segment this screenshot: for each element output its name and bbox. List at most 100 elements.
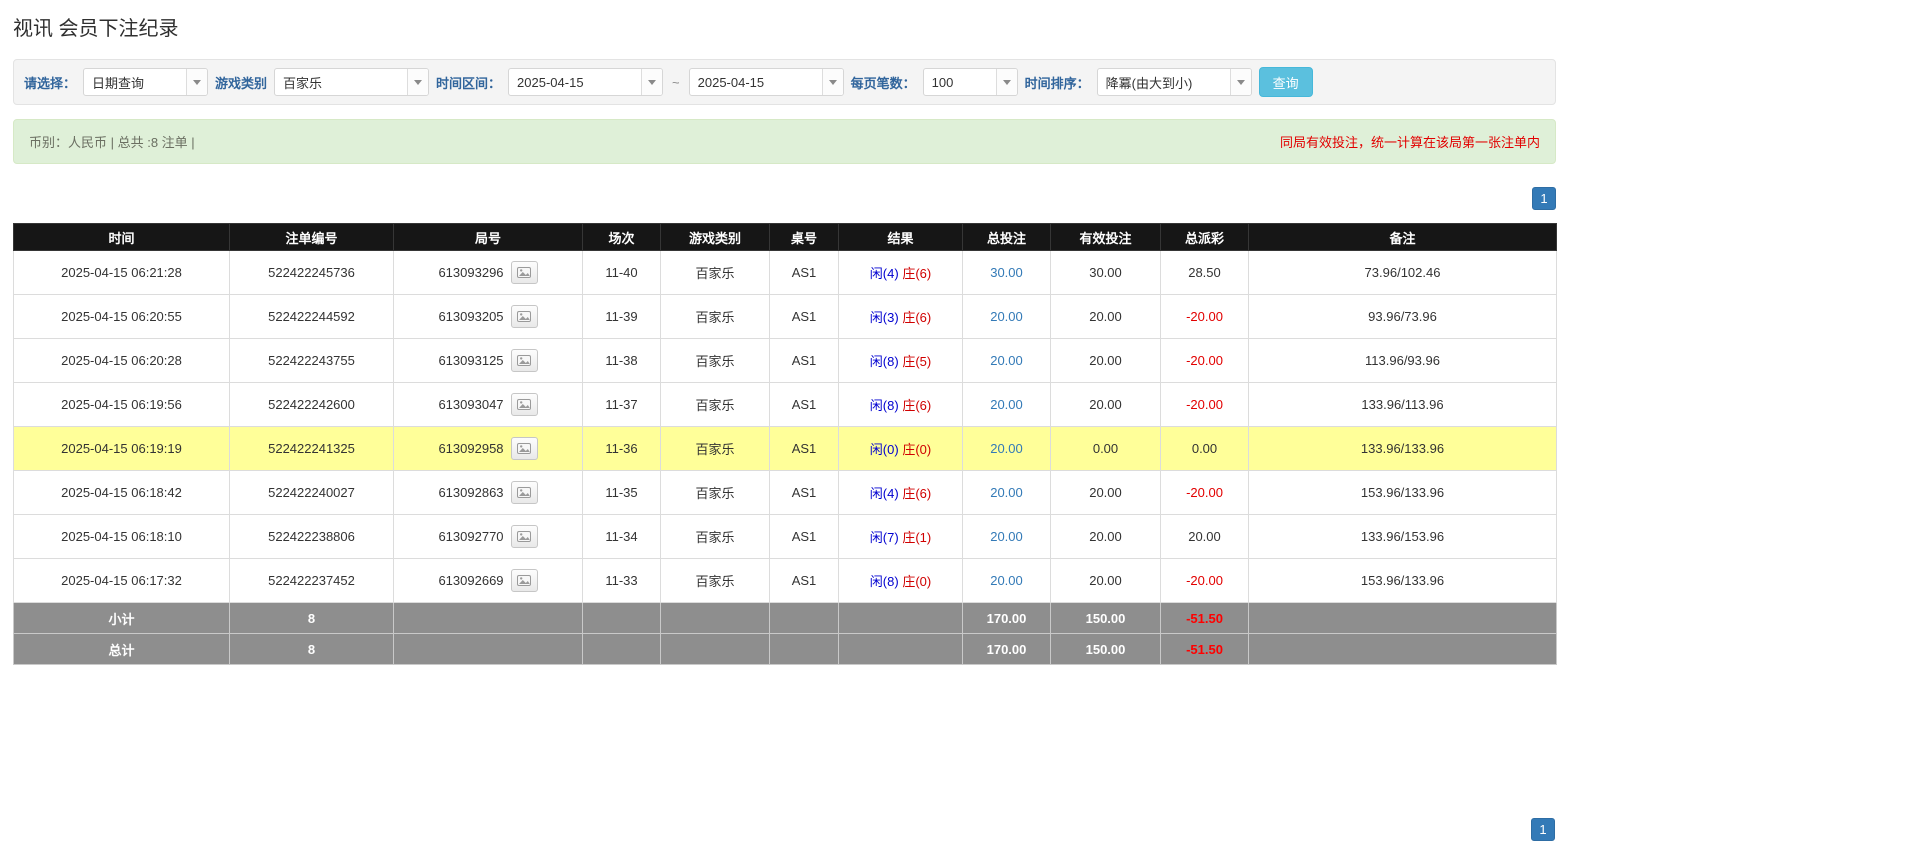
cell-time: 2025-04-15 06:18:10 [14, 515, 230, 559]
total-bet-link[interactable]: 20.00 [990, 441, 1023, 456]
sort-order-combobox[interactable]: 降冪(由大到小) [1097, 68, 1252, 96]
game-type-label: 游戏类别 [215, 73, 267, 92]
table-row[interactable]: 2025-04-15 06:18:42522422240027613092863… [14, 471, 1557, 515]
total-bet-link[interactable]: 20.00 [990, 309, 1023, 324]
cell-payout: -20.00 [1161, 295, 1249, 339]
page-size-combobox[interactable]: 100 [923, 68, 1018, 96]
page-1-button-bottom[interactable]: 1 [1531, 818, 1555, 841]
round-replay-button[interactable] [511, 569, 538, 592]
cell-result: 闲(7) 庄(1) [839, 515, 963, 559]
chevron-down-icon[interactable] [641, 69, 662, 95]
cell-table-no: AS1 [770, 515, 839, 559]
table-row[interactable]: 2025-04-15 06:20:55522422244592613093205… [14, 295, 1557, 339]
cell-payout: 0.00 [1161, 427, 1249, 471]
result-player: 闲(8) [870, 354, 899, 369]
search-button[interactable]: 查询 [1259, 67, 1313, 97]
footer-empty-cell [394, 634, 583, 665]
cell-round-no: 613092958 [394, 427, 583, 471]
total-bet-link[interactable]: 20.00 [990, 353, 1023, 368]
footer-valid-bet: 150.00 [1051, 603, 1161, 634]
footer-empty-cell [661, 634, 770, 665]
round-replay-button[interactable] [511, 481, 538, 504]
payout-value: -20.00 [1186, 397, 1223, 412]
select-type-combobox[interactable]: 日期查询 [83, 68, 208, 96]
replay-image-icon [517, 355, 531, 366]
cell-payout: -20.00 [1161, 559, 1249, 603]
table-row[interactable]: 2025-04-15 06:18:10522422238806613092770… [14, 515, 1557, 559]
total-bet-link[interactable]: 20.00 [990, 485, 1023, 500]
game-type-combobox[interactable]: 百家乐 [274, 68, 429, 96]
cell-valid-bet: 20.00 [1051, 471, 1161, 515]
round-replay-button[interactable] [511, 525, 538, 548]
table-row[interactable]: 2025-04-15 06:20:28522422243755613093125… [14, 339, 1557, 383]
replay-image-icon [517, 531, 531, 542]
cell-session: 11-34 [583, 515, 661, 559]
result-banker: 庄(6) [902, 398, 931, 413]
cell-result: 闲(8) 庄(5) [839, 339, 963, 383]
cell-table-no: AS1 [770, 339, 839, 383]
cell-table-no: AS1 [770, 559, 839, 603]
cell-game-type: 百家乐 [661, 427, 770, 471]
chevron-down-icon[interactable] [186, 69, 207, 95]
round-no-text: 613092863 [438, 485, 503, 500]
pagination-top: 1 [13, 187, 1556, 210]
column-header: 注单编号 [230, 224, 394, 251]
round-replay-button[interactable] [511, 261, 538, 284]
table-row[interactable]: 2025-04-15 06:19:19522422241325613092958… [14, 427, 1557, 471]
round-no-text: 613092958 [438, 441, 503, 456]
summary-notice-text: 同局有效投注，统一计算在该局第一张注单内 [1280, 132, 1540, 151]
cell-order-no: 522422243755 [230, 339, 394, 383]
cell-note: 93.96/73.96 [1249, 295, 1557, 339]
table-row[interactable]: 2025-04-15 06:21:28522422245736613093296… [14, 251, 1557, 295]
cell-payout: -20.00 [1161, 383, 1249, 427]
footer-empty-cell [770, 634, 839, 665]
date-range-separator: ~ [670, 75, 682, 90]
subtotal-row: 小计8170.00150.00-51.50 [14, 603, 1557, 634]
round-no-text: 613092669 [438, 573, 503, 588]
chevron-down-icon[interactable] [996, 69, 1017, 95]
round-replay-button[interactable] [511, 393, 538, 416]
cell-round-no: 613092863 [394, 471, 583, 515]
filter-bar: 请选择： 日期查询 游戏类别 百家乐 时间区间： 2025-04-15 ~ 20… [13, 59, 1556, 105]
chevron-down-icon[interactable] [407, 69, 428, 95]
column-header: 总投注 [963, 224, 1051, 251]
page-1-button[interactable]: 1 [1532, 187, 1556, 210]
result-banker: 庄(0) [902, 442, 931, 457]
cell-round-no: 613093296 [394, 251, 583, 295]
sort-order-value: 降冪(由大到小) [1098, 69, 1230, 95]
round-no-text: 613093125 [438, 353, 503, 368]
column-header: 游戏类别 [661, 224, 770, 251]
cell-total-bet: 20.00 [963, 559, 1051, 603]
total-bet-link[interactable]: 20.00 [990, 573, 1023, 588]
footer-count: 8 [230, 603, 394, 634]
table-row[interactable]: 2025-04-15 06:19:56522422242600613093047… [14, 383, 1557, 427]
chevron-down-icon[interactable] [1230, 69, 1251, 95]
date-to-value: 2025-04-15 [690, 69, 822, 95]
date-from-picker[interactable]: 2025-04-15 [508, 68, 663, 96]
cell-game-type: 百家乐 [661, 339, 770, 383]
column-header: 桌号 [770, 224, 839, 251]
cell-total-bet: 30.00 [963, 251, 1051, 295]
cell-total-bet: 20.00 [963, 427, 1051, 471]
round-replay-button[interactable] [511, 437, 538, 460]
cell-session: 11-37 [583, 383, 661, 427]
cell-table-no: AS1 [770, 383, 839, 427]
cell-session: 11-38 [583, 339, 661, 383]
total-bet-link[interactable]: 20.00 [990, 529, 1023, 544]
date-to-picker[interactable]: 2025-04-15 [689, 68, 844, 96]
round-replay-button[interactable] [511, 305, 538, 328]
total-bet-link[interactable]: 20.00 [990, 397, 1023, 412]
payout-value: -20.00 [1186, 309, 1223, 324]
chevron-down-icon[interactable] [822, 69, 843, 95]
round-replay-button[interactable] [511, 349, 538, 372]
page: 视讯 会员下注纪录 请选择： 日期查询 游戏类别 百家乐 时间区间： 2025-… [0, 0, 1569, 665]
footer-empty-cell [770, 603, 839, 634]
total-bet-link[interactable]: 30.00 [990, 265, 1023, 280]
column-header: 局号 [394, 224, 583, 251]
page-size-label: 每页笔数： [851, 73, 916, 92]
table-row[interactable]: 2025-04-15 06:17:32522422237452613092669… [14, 559, 1557, 603]
cell-valid-bet: 0.00 [1051, 427, 1161, 471]
bet-records-table: 时间注单编号局号场次游戏类别桌号结果总投注有效投注总派彩备注 2025-04-1… [13, 223, 1557, 665]
replay-image-icon [517, 443, 531, 454]
replay-image-icon [517, 575, 531, 586]
